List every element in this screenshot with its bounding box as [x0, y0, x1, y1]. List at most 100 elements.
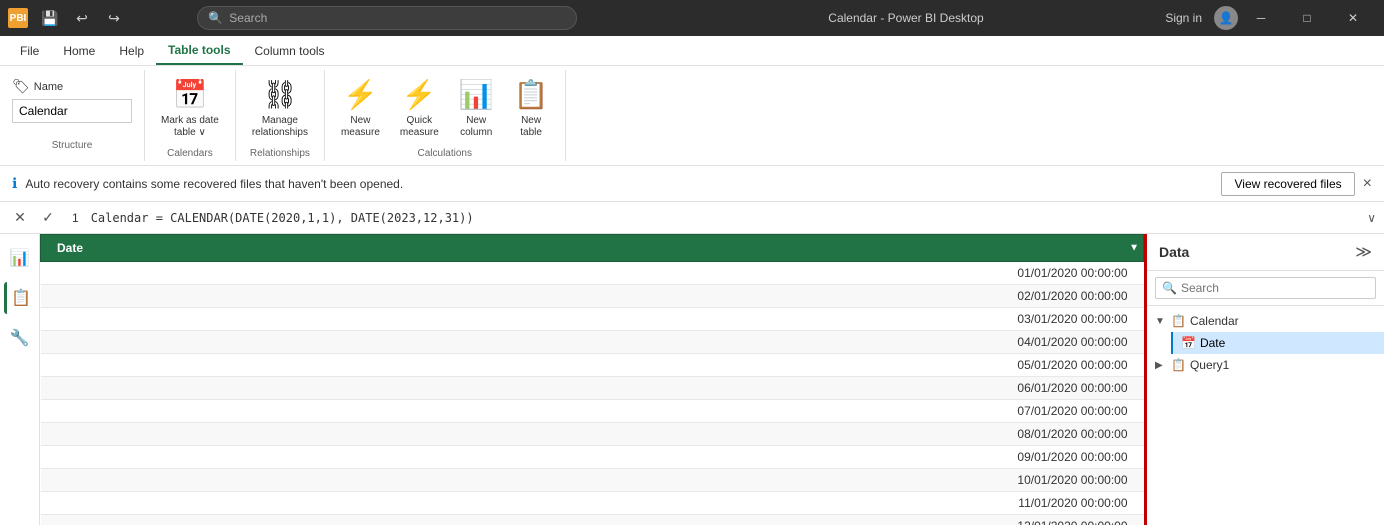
data-panel-title: Data: [1159, 244, 1189, 260]
eye-icon[interactable]: 👁: [1349, 315, 1363, 328]
quick-access-toolbar: 💾 ↩ ↪: [36, 4, 128, 32]
formula-controls: ✕ ✓: [8, 206, 60, 230]
redo-button[interactable]: ↪: [100, 4, 128, 32]
table-row[interactable]: 08/01/2020 00:00:00: [41, 423, 1144, 446]
date-cell: 02/01/2020 00:00:00: [41, 285, 1144, 308]
new-column-button[interactable]: 📊 Newcolumn: [451, 74, 502, 143]
new-measure-label: Newmeasure: [341, 115, 380, 139]
tree-item-date[interactable]: 📅 Date: [1171, 332, 1384, 354]
title-bar-right: Sign in 👤: [1165, 6, 1238, 30]
alert-text: Auto recovery contains some recovered fi…: [25, 177, 1213, 191]
date-cell: 05/01/2020 00:00:00: [41, 354, 1144, 377]
calendar-children: 📅 Date: [1147, 332, 1384, 354]
structure-section: 🏷 Name Structure: [0, 70, 145, 161]
tag-icon: 🏷: [12, 78, 30, 95]
table-name-input[interactable]: [12, 99, 132, 123]
table-row[interactable]: 01/01/2020 00:00:00: [41, 262, 1144, 285]
quick-measure-icon: ⚡: [402, 78, 437, 111]
formula-line-number: 1: [68, 211, 83, 225]
title-search-label: Search: [229, 11, 267, 25]
query1-table-label: Query1: [1190, 358, 1229, 372]
date-column-label: Date: [1200, 336, 1225, 350]
maximize-button[interactable]: □: [1284, 0, 1330, 36]
new-table-label: Newtable: [520, 115, 542, 139]
calculations-label: Calculations: [333, 146, 557, 161]
date-cell: 09/01/2020 00:00:00: [41, 446, 1144, 469]
title-bar-left: PBI 💾 ↩ ↪: [8, 4, 128, 32]
data-search-box[interactable]: 🔍: [1155, 277, 1376, 299]
sign-in-label[interactable]: Sign in: [1165, 11, 1202, 25]
quick-measure-button[interactable]: ⚡ Quickmeasure: [392, 74, 447, 143]
tree-item-query1[interactable]: ▶ 📋 Query1: [1147, 354, 1384, 376]
view-recovered-files-button[interactable]: View recovered files: [1221, 172, 1354, 196]
name-field-label: 🏷 Name: [12, 78, 132, 95]
date-cell: 08/01/2020 00:00:00: [41, 423, 1144, 446]
menu-help[interactable]: Help: [107, 36, 156, 65]
formula-confirm-button[interactable]: ✓: [36, 206, 60, 230]
sidebar-model-icon[interactable]: 🔧: [4, 322, 36, 354]
data-panel-header: Data ≫: [1147, 234, 1384, 271]
table-row[interactable]: 07/01/2020 00:00:00: [41, 400, 1144, 423]
close-button[interactable]: ✕: [1330, 0, 1376, 36]
window-controls: ─ □ ✕: [1238, 0, 1376, 36]
table-row[interactable]: 12/01/2020 00:00:00: [41, 515, 1144, 525]
data-panel-expand-button[interactable]: ≫: [1355, 242, 1372, 262]
new-column-icon: 📊: [459, 78, 494, 111]
date-cell: 04/01/2020 00:00:00: [41, 331, 1144, 354]
table-row[interactable]: 04/01/2020 00:00:00: [41, 331, 1144, 354]
save-button[interactable]: 💾: [36, 4, 64, 32]
more-icon[interactable]: ⋯: [1365, 315, 1376, 328]
left-sidebar: 📊 📋 🔧: [0, 234, 40, 525]
formula-cancel-button[interactable]: ✕: [8, 206, 32, 230]
tree-item-calendar[interactable]: ▼ 📋 Calendar 👁 ⋯: [1147, 310, 1384, 332]
new-table-button[interactable]: 📋 Newtable: [506, 74, 557, 143]
calendar-table-label: Calendar: [1190, 314, 1239, 328]
date-cell: 12/01/2020 00:00:00: [41, 515, 1144, 525]
table-row[interactable]: 09/01/2020 00:00:00: [41, 446, 1144, 469]
menu-column-tools[interactable]: Column tools: [243, 36, 337, 65]
table-row[interactable]: 10/01/2020 00:00:00: [41, 469, 1144, 492]
undo-button[interactable]: ↩: [68, 4, 96, 32]
mark-as-date-table-button[interactable]: 📅 Mark as datetable ∨: [153, 74, 227, 143]
close-alert-button[interactable]: ×: [1363, 175, 1372, 193]
menu-table-tools[interactable]: Table tools: [156, 36, 242, 65]
menu-home[interactable]: Home: [51, 36, 107, 65]
data-tree: ▼ 📋 Calendar 👁 ⋯ 📅 Date ▶ 📋 Query1: [1147, 306, 1384, 380]
title-bar: PBI 💾 ↩ ↪ 🔍 Search Calendar - Power BI D…: [0, 0, 1384, 36]
alert-bar: ℹ Auto recovery contains some recovered …: [0, 166, 1384, 202]
calendars-section: 📅 Mark as datetable ∨ Calendars: [145, 70, 236, 161]
manage-relationships-button[interactable]: ⛓ Managerelationships: [244, 74, 316, 143]
data-table: Date ▼ 01/01/2020 00:00:0002/01/2020 00:…: [40, 234, 1144, 525]
mark-as-date-table-label: Mark as datetable ∨: [161, 115, 219, 139]
column-header-date[interactable]: Date ▼: [41, 235, 1144, 262]
relationships-label: Relationships: [244, 146, 316, 161]
title-search-box[interactable]: 🔍 Search: [197, 6, 577, 30]
date-cell: 01/01/2020 00:00:00: [41, 262, 1144, 285]
table-row[interactable]: 03/01/2020 00:00:00: [41, 308, 1144, 331]
query-table-icon: 📋: [1171, 358, 1186, 372]
sidebar-report-icon[interactable]: 📊: [4, 242, 36, 274]
table-row[interactable]: 06/01/2020 00:00:00: [41, 377, 1144, 400]
table-row[interactable]: 05/01/2020 00:00:00: [41, 354, 1144, 377]
date-cell: 06/01/2020 00:00:00: [41, 377, 1144, 400]
formula-bar: ✕ ✓ 1 ∨: [0, 202, 1384, 234]
date-cell: 03/01/2020 00:00:00: [41, 308, 1144, 331]
date-cell: 10/01/2020 00:00:00: [41, 469, 1144, 492]
menu-file[interactable]: File: [8, 36, 51, 65]
date-column-icon: 📅: [1181, 336, 1196, 350]
chevron-down-icon: ▼: [1155, 316, 1167, 327]
data-search-input[interactable]: [1181, 281, 1369, 295]
data-panel: Data ≫ 🔍 ▼ 📋 Calendar 👁 ⋯: [1144, 234, 1384, 525]
data-search-icon: 🔍: [1162, 281, 1177, 295]
ribbon: 🏷 Name Structure 📅 Mark as datetable ∨ C…: [0, 66, 1384, 166]
table-row[interactable]: 11/01/2020 00:00:00: [41, 492, 1144, 515]
new-measure-button[interactable]: ⚡ Newmeasure: [333, 74, 388, 143]
minimize-button[interactable]: ─: [1238, 0, 1284, 36]
sidebar-data-icon[interactable]: 📋: [4, 282, 36, 314]
data-search-area: 🔍: [1147, 271, 1384, 306]
quick-measure-label: Quickmeasure: [400, 115, 439, 139]
formula-expand-button[interactable]: ∨: [1367, 211, 1376, 225]
formula-input[interactable]: [91, 211, 1360, 225]
table-row[interactable]: 02/01/2020 00:00:00: [41, 285, 1144, 308]
calculations-section: ⚡ Newmeasure ⚡ Quickmeasure 📊 Newcolumn …: [325, 70, 566, 161]
